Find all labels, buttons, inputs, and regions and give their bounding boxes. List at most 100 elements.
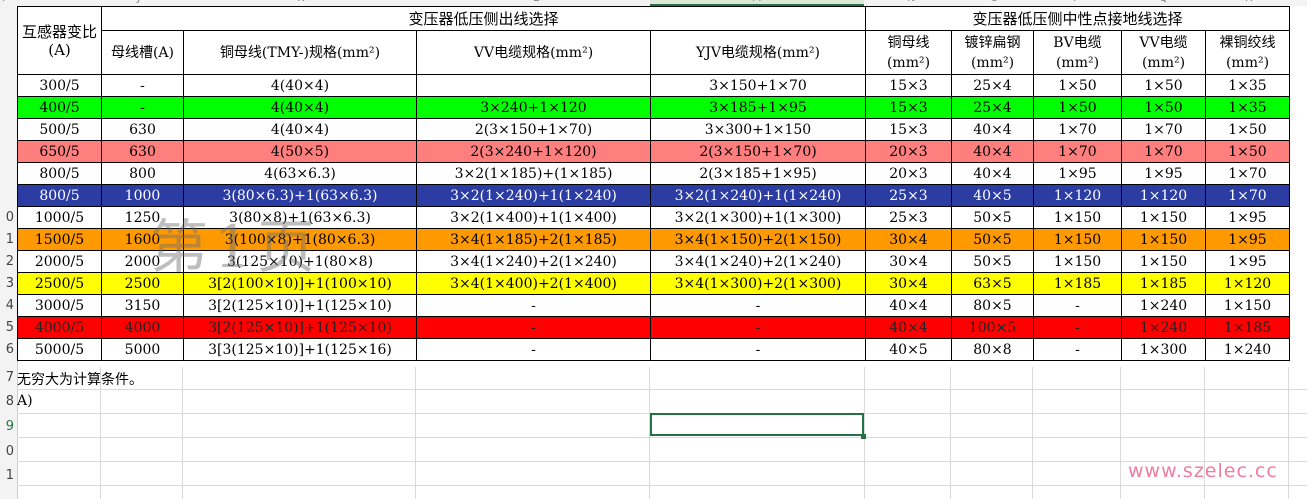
note-line-1[interactable]: 无穷大为计算条件。: [17, 369, 143, 389]
cell-tmy[interactable]: 4(50×5): [183, 140, 417, 163]
cell-bv[interactable]: 1×95: [1033, 162, 1122, 185]
cell-ct[interactable]: 1000/5: [17, 206, 102, 229]
column-header-n[interactable]: N: [907, 0, 915, 4]
row-number-active[interactable]: 9: [6, 419, 14, 434]
cell-trough[interactable]: 630: [101, 140, 184, 163]
cell-vv2[interactable]: 1×70: [1121, 118, 1206, 141]
cell-bv[interactable]: 1×150: [1033, 250, 1122, 273]
cell-vv[interactable]: 3×2(1×240)+1(1×240): [416, 184, 651, 207]
cell-galv[interactable]: 50×5: [951, 250, 1034, 273]
column-header-o[interactable]: O: [990, 0, 999, 4]
cell-bare[interactable]: 1×50: [1205, 140, 1290, 163]
cell-bv[interactable]: -: [1033, 338, 1122, 361]
cell-cu[interactable]: 40×4: [865, 316, 952, 339]
cell-yjv[interactable]: 2(3×150+1×70): [650, 140, 866, 163]
header-neutral-grounding[interactable]: 变压器低压侧中性点接地线选择: [865, 6, 1290, 31]
subheader-bare-copper[interactable]: 裸铜绞线(mm²): [1205, 30, 1290, 75]
cell-galv[interactable]: 100×5: [951, 316, 1034, 339]
cell-bv[interactable]: 1×50: [1033, 96, 1122, 119]
cell-trough[interactable]: -: [101, 74, 184, 97]
cell-galv[interactable]: 40×4: [951, 118, 1034, 141]
cell-bv[interactable]: 1×150: [1033, 206, 1122, 229]
column-header-j[interactable]: J: [137, 0, 140, 4]
cell-tmy[interactable]: 4(40×4): [183, 118, 417, 141]
cell-trough[interactable]: -: [101, 96, 184, 119]
header-outgoing-selection[interactable]: 变压器低压侧出线选择: [101, 6, 866, 31]
subheader-bv-cable[interactable]: BV电缆(mm²): [1033, 30, 1122, 75]
subheader-galvanized-steel[interactable]: 镀锌扁钢(mm²): [951, 30, 1034, 75]
cell-vv2[interactable]: 1×95: [1121, 162, 1206, 185]
cell-vv2[interactable]: 1×185: [1121, 272, 1206, 295]
row-number[interactable]: 1: [6, 232, 14, 247]
cell-bare[interactable]: 1×50: [1205, 118, 1290, 141]
cell-bare[interactable]: 1×70: [1205, 162, 1290, 185]
cell-galv[interactable]: 50×5: [951, 206, 1034, 229]
cell-vv[interactable]: 3×4(1×240)+2(1×240): [416, 250, 651, 273]
cell-bv[interactable]: -: [1033, 316, 1122, 339]
cell-cu[interactable]: 40×4: [865, 294, 952, 317]
column-header-q[interactable]: Q: [1159, 0, 1168, 4]
row-number[interactable]: 5: [6, 320, 14, 335]
row-number[interactable]: 4: [6, 298, 14, 313]
cell-tmy[interactable]: 3[3(125×10)]+1(125×16): [183, 338, 417, 361]
cell-vv[interactable]: 3×4(1×400)+2(1×400): [416, 272, 651, 295]
cell-vv[interactable]: 3×2(1×185)+(1×185): [416, 162, 651, 185]
column-header-l[interactable]: L: [533, 0, 539, 4]
cell-cu[interactable]: 30×4: [865, 228, 952, 251]
column-header-k[interactable]: K: [297, 0, 304, 4]
cell-bare[interactable]: 1×70: [1205, 184, 1290, 207]
cell-galv[interactable]: 40×5: [951, 184, 1034, 207]
row-number[interactable]: 0: [6, 210, 14, 225]
cell-vv[interactable]: [416, 74, 651, 97]
cell-yjv[interactable]: 3×185+1×95: [650, 96, 866, 119]
cell-ct[interactable]: 500/5: [17, 118, 102, 141]
column-header-p[interactable]: P: [1073, 0, 1080, 4]
cell-vv2[interactable]: 1×150: [1121, 206, 1206, 229]
cell-tmy[interactable]: 3[2(125×10)]+1(125×10): [183, 294, 417, 317]
cell-ct[interactable]: 650/5: [17, 140, 102, 163]
cell-vv[interactable]: 3×4(1×185)+2(1×185): [416, 228, 651, 251]
cell-galv[interactable]: 25×4: [951, 96, 1034, 119]
cell-yjv[interactable]: 2(3×185+1×95): [650, 162, 866, 185]
cell-ct[interactable]: 800/5: [17, 184, 102, 207]
cell-yjv[interactable]: 3×150+1×70: [650, 74, 866, 97]
cell-bare[interactable]: 1×35: [1205, 74, 1290, 97]
column-header-r[interactable]: R: [1245, 0, 1253, 4]
cell-bare[interactable]: 1×240: [1205, 338, 1290, 361]
cell-vv2[interactable]: 1×240: [1121, 294, 1206, 317]
cell-bv[interactable]: 1×185: [1033, 272, 1122, 295]
fill-handle[interactable]: [861, 434, 866, 439]
note-line-2[interactable]: A): [17, 393, 33, 409]
cell-trough[interactable]: 4000: [101, 316, 184, 339]
cell-galv[interactable]: 40×4: [951, 162, 1034, 185]
cell-vv2[interactable]: 1×240: [1121, 316, 1206, 339]
cell-vv[interactable]: -: [416, 316, 651, 339]
cell-galv[interactable]: 40×4: [951, 140, 1034, 163]
cell-ct[interactable]: 400/5: [17, 96, 102, 119]
cell-trough[interactable]: 3150: [101, 294, 184, 317]
cell-vv[interactable]: -: [416, 294, 651, 317]
cell-cu[interactable]: 30×4: [865, 250, 952, 273]
cell-trough[interactable]: 5000: [101, 338, 184, 361]
row-number[interactable]: 3: [6, 276, 14, 291]
cell-cu[interactable]: 20×3: [865, 162, 952, 185]
cell-galv[interactable]: 25×4: [951, 74, 1034, 97]
column-header-m[interactable]: M: [752, 0, 762, 4]
cell-bv[interactable]: -: [1033, 294, 1122, 317]
cell-vv[interactable]: 2(3×150+1×70): [416, 118, 651, 141]
cell-vv[interactable]: 3×240+1×120: [416, 96, 651, 119]
cell-cu[interactable]: 15×3: [865, 96, 952, 119]
cell-vv[interactable]: 2(3×240+1×120): [416, 140, 651, 163]
subheader-vv-cable-neutral[interactable]: VV电缆(mm²): [1121, 30, 1206, 75]
subheader-vv-cable[interactable]: VV电缆规格(mm²): [416, 30, 651, 75]
cell-trough[interactable]: 800: [101, 162, 184, 185]
cell-yjv[interactable]: 3×300+1×150: [650, 118, 866, 141]
cell-cu[interactable]: 30×4: [865, 272, 952, 295]
cell-vv2[interactable]: 1×50: [1121, 74, 1206, 97]
cell-bv[interactable]: 1×70: [1033, 140, 1122, 163]
cell-galv[interactable]: 80×8: [951, 338, 1034, 361]
cell-vv2[interactable]: 1×120: [1121, 184, 1206, 207]
cell-bare[interactable]: 1×120: [1205, 272, 1290, 295]
subheader-yjv-cable[interactable]: YJV电缆规格(mm²): [650, 30, 866, 75]
cell-ct[interactable]: 2000/5: [17, 250, 102, 273]
